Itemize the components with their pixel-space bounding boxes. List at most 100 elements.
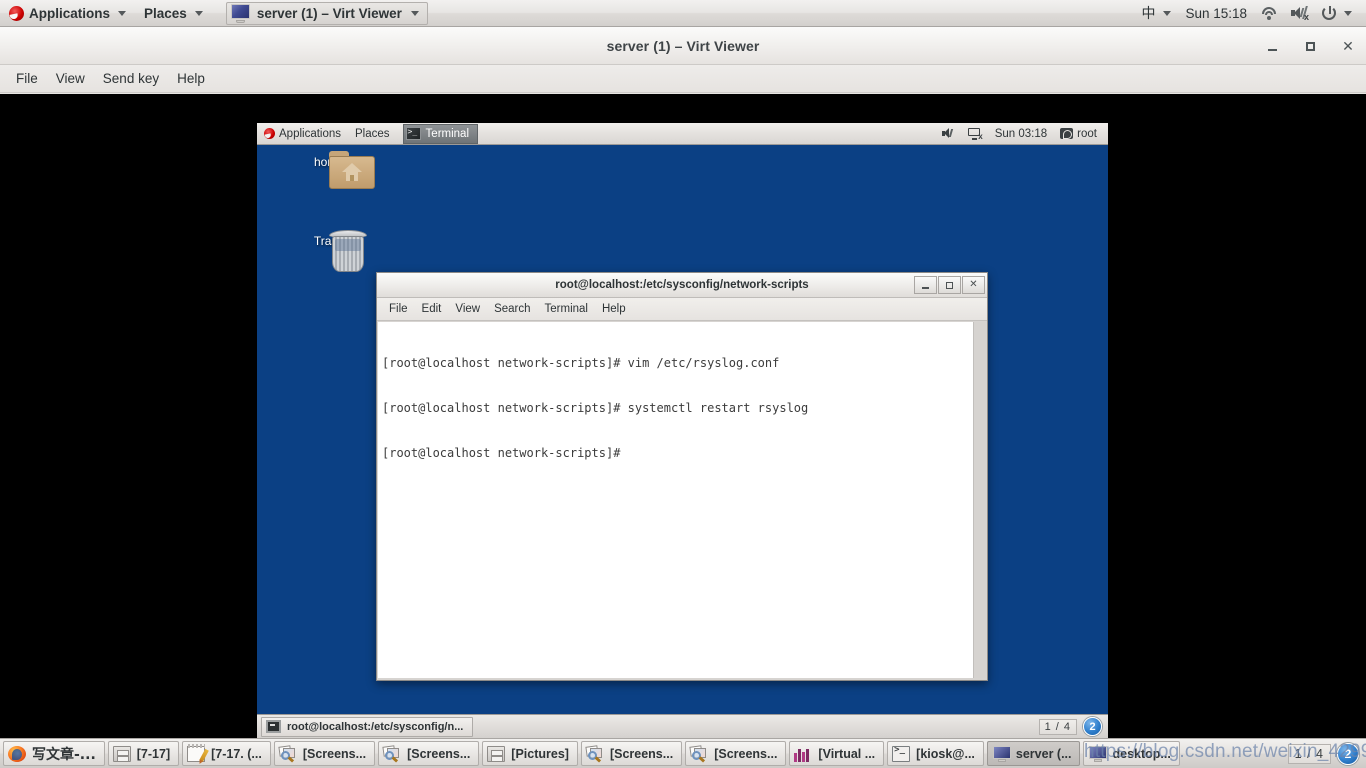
speaker-muted-icon: x: [1291, 6, 1309, 22]
host-applications-menu[interactable]: Applications: [0, 0, 135, 27]
guest-window-button-label: Terminal: [425, 127, 470, 140]
guest-terminal-window-controls: ✕: [914, 276, 985, 294]
host-workspace-badge[interactable]: 2: [1337, 742, 1359, 765]
taskbar-item-server-virt-viewer[interactable]: server (...: [986, 741, 1081, 766]
power-icon: [1322, 6, 1336, 20]
input-method-indicator[interactable]: 中: [1135, 0, 1177, 27]
terminal-icon: [892, 745, 911, 762]
host-applications-label: Applications: [29, 5, 111, 21]
guest-user-menu[interactable]: root: [1055, 123, 1102, 145]
host-top-panel: Applications Places server (1) – Virt Vi…: [0, 0, 1366, 27]
maximize-button[interactable]: [1302, 37, 1318, 55]
guest-clock[interactable]: Sun 03:18: [990, 123, 1052, 145]
terminal-menu-view[interactable]: View: [448, 300, 487, 318]
taskbar-item-screenshot-3[interactable]: [Screens...: [580, 741, 683, 766]
image-viewer-icon: [689, 744, 708, 762]
host-clock-label: Sun 15:18: [1185, 5, 1247, 21]
wifi-icon: [1261, 6, 1277, 20]
user-icon: [1060, 128, 1074, 139]
host-places-menu[interactable]: Places: [135, 0, 212, 27]
guest-volume-status[interactable]: [937, 123, 960, 145]
taskbar-item-label: [7-17]: [136, 746, 171, 761]
virt-viewer-icon: [230, 3, 251, 23]
guest-status-area: x Sun 03:18 root: [937, 123, 1108, 145]
chevron-down-icon: [1344, 10, 1352, 16]
firefox-icon: [8, 745, 26, 762]
terminal-menu-help[interactable]: Help: [595, 300, 633, 318]
network-disconnected-icon: x: [967, 127, 983, 140]
taskbar-item-desktop-virt-viewer[interactable]: desktop...: [1083, 741, 1180, 766]
menu-view[interactable]: View: [47, 67, 94, 90]
taskbar-item-text-editor[interactable]: [7-17. (...: [182, 741, 271, 766]
taskbar-item-label: [7-17. (...: [211, 746, 262, 761]
taskbar-item-label: [Screens...: [609, 746, 674, 761]
guest-top-panel: Applications Places Terminal: [257, 123, 1108, 145]
wifi-status[interactable]: [1255, 0, 1283, 27]
virt-viewer-display[interactable]: Applications Places Terminal: [0, 94, 1366, 738]
taskbar-item-file-manager-1[interactable]: [7-17]: [107, 741, 180, 766]
speaker-icon: [941, 128, 955, 139]
taskbar-item-label: [Screens...: [302, 746, 367, 761]
guest-terminal-titlebar[interactable]: root@localhost:/etc/sysconfig/network-sc…: [377, 273, 987, 298]
guest-window-button-terminal[interactable]: Terminal: [402, 123, 479, 144]
virt-viewer-title: server (1) – Virt Viewer: [606, 37, 760, 54]
guest-applications-menu[interactable]: Applications: [257, 123, 348, 145]
taskbar-item-firefox[interactable]: 写文章-...: [3, 741, 105, 766]
guest-workspace-badge[interactable]: 2: [1083, 717, 1102, 736]
host-active-window-button[interactable]: server (1) – Virt Viewer: [225, 1, 428, 25]
menu-help[interactable]: Help: [168, 67, 214, 90]
taskbar-item-pictures[interactable]: [Pictures]: [482, 741, 578, 766]
chevron-down-icon: [1163, 10, 1172, 16]
terminal-menu-terminal[interactable]: Terminal: [538, 300, 595, 318]
taskbar-item-screenshot-1[interactable]: [Screens...: [273, 741, 376, 766]
system-menu[interactable]: [1316, 0, 1358, 27]
menu-file[interactable]: File: [7, 67, 47, 90]
terminal-menu-file[interactable]: File: [382, 300, 415, 318]
guest-places-menu[interactable]: Places: [348, 123, 397, 145]
guest-network-status[interactable]: x: [963, 123, 987, 145]
desktop-icon-trash[interactable]: Trash: [290, 230, 368, 272]
close-button[interactable]: ✕: [1340, 37, 1356, 55]
redhat-logo-icon: [9, 5, 24, 21]
minimize-button[interactable]: [1264, 37, 1280, 55]
guest-taskbar-item-terminal[interactable]: root@localhost:/etc/sysconfig/n...: [261, 716, 474, 737]
close-button[interactable]: ✕: [962, 276, 985, 294]
taskbar-item-label: desktop...: [1112, 746, 1171, 761]
screen: Applications Places server (1) – Virt Vi…: [0, 0, 1366, 768]
taskbar-item-screenshot-2[interactable]: [Screens...: [378, 741, 480, 766]
terminal-output[interactable]: [root@localhost network-scripts]# vim /e…: [378, 322, 974, 678]
taskbar-item-screenshot-4[interactable]: [Screens...: [685, 741, 787, 766]
guest-terminal-window[interactable]: root@localhost:/etc/sysconfig/network-sc…: [376, 272, 988, 681]
virt-viewer-window-controls: ✕: [1264, 27, 1356, 65]
menu-send-key[interactable]: Send key: [94, 67, 168, 90]
taskbar-item-label: [Virtual ...: [818, 746, 876, 761]
maximize-button[interactable]: [938, 276, 961, 294]
guest-user-label: root: [1077, 127, 1097, 140]
virt-viewer-titlebar[interactable]: server (1) – Virt Viewer ✕: [0, 27, 1366, 65]
virt-viewer-icon: [992, 745, 1011, 762]
file-manager-icon: [487, 745, 506, 762]
terminal-menu-edit[interactable]: Edit: [415, 300, 449, 318]
taskbar-item-label: 写文章-...: [32, 746, 96, 763]
minimize-button[interactable]: [914, 276, 937, 294]
terminal-scrollbar[interactable]: [973, 322, 986, 678]
volume-status[interactable]: x: [1285, 0, 1314, 27]
terminal-menu-search[interactable]: Search: [487, 300, 537, 318]
redhat-logo-icon: [264, 128, 275, 139]
taskbar-item-kiosk-terminal[interactable]: [kiosk@...: [887, 741, 984, 766]
desktop-icon-home[interactable]: home: [290, 151, 375, 189]
taskbar-item-label: [Screens...: [714, 746, 778, 761]
guest-clock-label: Sun 03:18: [994, 127, 1048, 140]
host-workspace-indicator[interactable]: 1 / 4: [1287, 743, 1331, 764]
guest-desktop[interactable]: Applications Places Terminal: [257, 123, 1108, 738]
taskbar-item-virt-manager[interactable]: [Virtual ...: [789, 741, 885, 766]
text-editor-icon: [187, 743, 209, 762]
image-viewer-icon: [278, 744, 297, 762]
host-clock[interactable]: Sun 15:18: [1179, 0, 1253, 27]
host-active-window-label: server (1) – Virt Viewer: [256, 5, 402, 21]
virt-viewer-icon: [1088, 745, 1108, 762]
chevron-down-icon: [410, 10, 419, 16]
guest-terminal-title: root@localhost:/etc/sysconfig/network-sc…: [555, 279, 809, 291]
guest-workspace-indicator[interactable]: 1 / 4: [1038, 718, 1077, 735]
guest-taskbar-item-label: root@localhost:/etc/sysconfig/n...: [287, 720, 464, 733]
